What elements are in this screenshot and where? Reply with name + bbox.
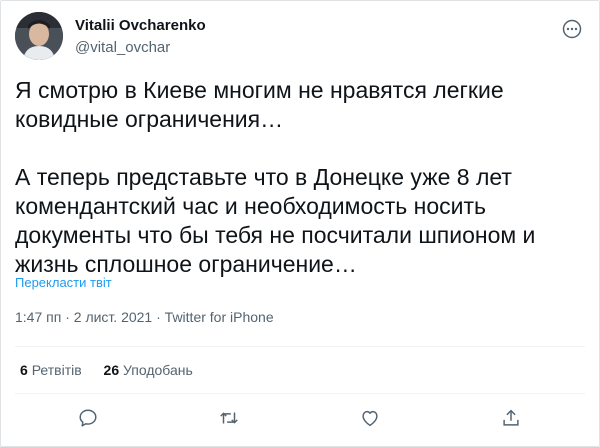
likes-stat[interactable]: 26 Уподобань	[104, 362, 193, 378]
tweet-time[interactable]: 1:47 пп	[15, 309, 61, 325]
divider	[15, 393, 585, 394]
likes-label: Уподобань	[123, 362, 193, 378]
author-name[interactable]: Vitalii Ovcharenko	[75, 17, 206, 34]
like-icon[interactable]	[356, 404, 384, 432]
author-handle[interactable]: @vital_ovchar	[75, 39, 170, 56]
reply-icon[interactable]	[74, 404, 102, 432]
avatar[interactable]	[15, 12, 63, 60]
share-icon[interactable]	[497, 404, 525, 432]
action-bar	[0, 404, 600, 432]
tweet-meta: 1:47 пп · 2 лист. 2021 · Twitter for iPh…	[15, 309, 274, 325]
translate-tweet-link[interactable]: Перекласти твіт	[15, 275, 112, 290]
retweet-icon[interactable]	[215, 404, 243, 432]
user-avatar-icon	[15, 12, 63, 60]
more-options-icon[interactable]	[562, 19, 582, 39]
tweet-source[interactable]: Twitter for iPhone	[165, 309, 274, 325]
meta-separator: ·	[65, 309, 70, 325]
divider	[15, 346, 585, 347]
retweets-label: Ретвітів	[31, 362, 82, 378]
tweet-stats: 6 Ретвітів 26 Уподобань	[20, 362, 211, 378]
retweets-stat[interactable]: 6 Ретвітів	[20, 362, 86, 378]
likes-count: 26	[103, 362, 120, 378]
retweets-count: 6	[20, 362, 28, 378]
meta-separator: ·	[156, 309, 161, 325]
tweet-date[interactable]: 2 лист. 2021	[74, 309, 152, 325]
tweet-text: Я смотрю в Киеве многим не нравятся легк…	[15, 77, 536, 277]
